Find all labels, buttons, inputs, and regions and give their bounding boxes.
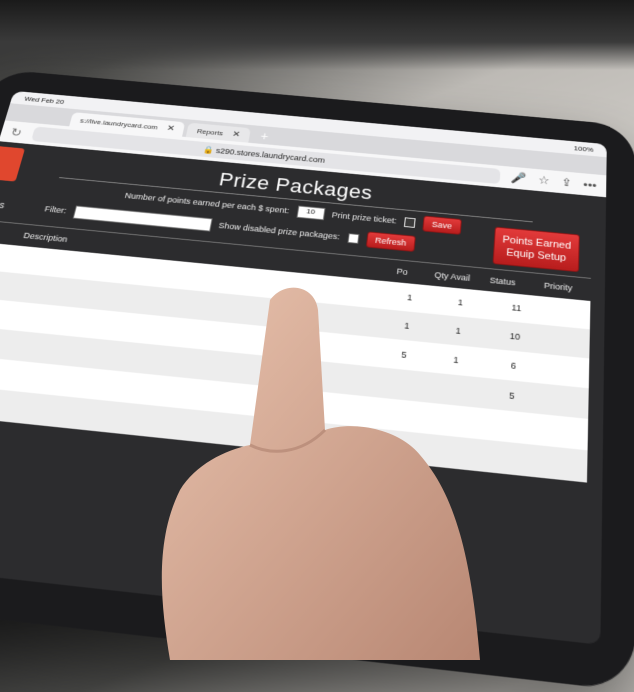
- new-tab-icon[interactable]: +: [260, 129, 270, 143]
- points-per-dollar-input[interactable]: 10: [296, 206, 325, 221]
- status-time: Wed Feb 20: [24, 95, 65, 106]
- reload-icon[interactable]: ↻: [9, 125, 24, 140]
- show-disabled-checkbox[interactable]: [347, 233, 359, 244]
- print-ticket-checkbox[interactable]: [404, 217, 416, 228]
- show-disabled-label: Show disabled prize packages:: [218, 221, 341, 241]
- close-tab-icon[interactable]: ✕: [166, 124, 176, 133]
- filter-label: Filter:: [44, 204, 68, 215]
- refresh-button[interactable]: Refresh: [365, 231, 416, 252]
- points-earned-equip-setup-button[interactable]: Points Earned Equip Setup: [493, 227, 580, 273]
- pointing-hand: [150, 280, 530, 660]
- microphone-icon[interactable]: 🎤: [511, 171, 527, 186]
- battery-indicator: 100%: [574, 144, 594, 153]
- more-icon[interactable]: •••: [583, 178, 596, 192]
- close-tab-icon[interactable]: ✕: [231, 129, 240, 139]
- background-blur: [0, 0, 634, 70]
- print-ticket-label: Print prize ticket:: [331, 211, 397, 226]
- tab-label: Reports: [196, 127, 223, 137]
- share-icon[interactable]: ⇪: [561, 175, 572, 189]
- header-points[interactable]: Po: [377, 265, 428, 279]
- header-priority[interactable]: Priority: [528, 279, 589, 294]
- bookmark-star-icon[interactable]: ☆: [538, 173, 550, 187]
- save-button[interactable]: Save: [422, 216, 461, 235]
